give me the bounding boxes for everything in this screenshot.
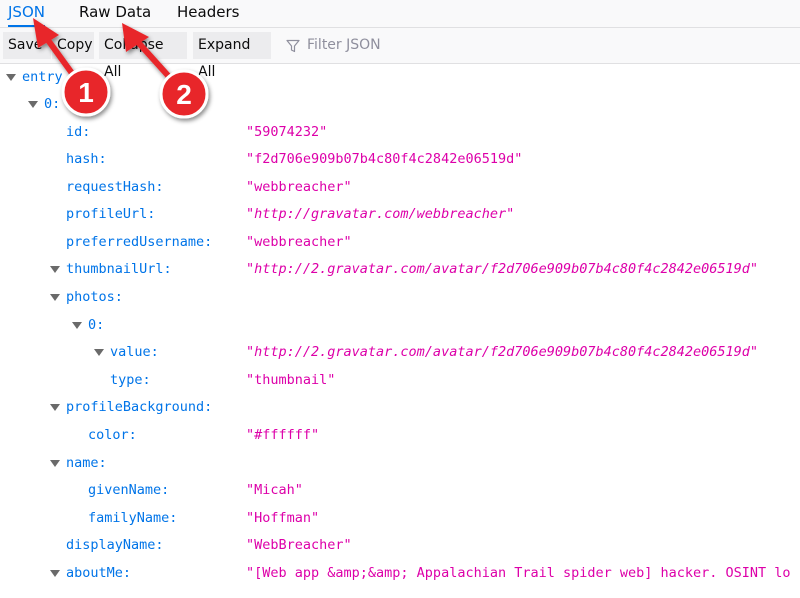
- json-value: "thumbnail": [246, 372, 336, 388]
- json-key: 0:: [44, 96, 61, 112]
- tree-row-thumbnailurl[interactable]: thumbnailUrl: "http://2.gravatar.com/ava…: [0, 256, 800, 283]
- json-value-link[interactable]: "http://2.gravatar.com/avatar/f2d706e909…: [246, 256, 758, 283]
- expand-twisty-icon[interactable]: [50, 460, 60, 467]
- expand-twisty-icon[interactable]: [72, 322, 82, 329]
- tab-bar: JSON Raw Data Headers: [0, 0, 800, 28]
- tree-row-preferredusername[interactable]: preferredUsername: "webbreacher": [0, 229, 800, 256]
- tree-row-name[interactable]: name:: [0, 450, 800, 477]
- json-value: "Micah": [246, 482, 303, 498]
- tab-headers[interactable]: Headers: [177, 0, 239, 27]
- tree-row-entry-0[interactable]: 0:: [0, 91, 800, 118]
- expand-all-button[interactable]: Expand All: [193, 32, 271, 80]
- json-key: givenName:: [88, 482, 170, 498]
- json-value-link[interactable]: "http://2.gravatar.com/avatar/f2d706e909…: [246, 339, 758, 366]
- tree-row-profilebackground[interactable]: profileBackground:: [0, 394, 800, 421]
- json-key: color:: [88, 427, 137, 443]
- tree-row-color[interactable]: color: "#ffffff": [0, 422, 800, 449]
- filter-placeholder: Filter JSON: [307, 37, 381, 53]
- json-value: "webbreacher": [246, 234, 352, 250]
- expand-twisty-icon[interactable]: [50, 294, 60, 301]
- expand-twisty-icon[interactable]: [50, 266, 60, 273]
- collapse-all-button[interactable]: Collapse All: [99, 32, 187, 80]
- expand-twisty-icon[interactable]: [50, 570, 60, 577]
- json-key: id:: [66, 124, 91, 140]
- tree-row-photos-0[interactable]: 0:: [0, 312, 800, 339]
- tree-row-aboutme[interactable]: aboutMe: "[Web app &amp;&amp; Appalachia…: [0, 560, 800, 587]
- json-value: "59074232": [246, 124, 328, 140]
- tree-row-photos[interactable]: photos:: [0, 284, 800, 311]
- json-key: hash:: [66, 151, 107, 167]
- filter-icon: [286, 39, 300, 53]
- expand-twisty-icon[interactable]: [50, 404, 60, 411]
- copy-button[interactable]: Copy: [52, 32, 94, 59]
- json-key: familyName:: [88, 510, 178, 526]
- json-value: "f2d706e909b07b4c80f4c2842e06519d": [246, 151, 523, 167]
- expand-twisty-icon[interactable]: [94, 349, 104, 356]
- json-key: type:: [110, 372, 151, 388]
- tree-row-displayname[interactable]: displayName: "WebBreacher": [0, 532, 800, 559]
- json-value: "WebBreacher": [246, 537, 352, 553]
- tree-row-value[interactable]: value: "http://2.gravatar.com/avatar/f2d…: [0, 339, 800, 366]
- json-key: entry: [22, 69, 63, 85]
- json-value: "Hoffman": [246, 510, 320, 526]
- save-button[interactable]: Save: [3, 32, 51, 59]
- json-key: thumbnailUrl:: [66, 261, 172, 277]
- tree-row-givenname[interactable]: givenName: "Micah": [0, 477, 800, 504]
- tree-row-familyname[interactable]: familyName: "Hoffman": [0, 505, 800, 532]
- json-value: "[Web app &amp;&amp; Appalachian Trail s…: [246, 565, 791, 581]
- tab-json[interactable]: JSON: [8, 0, 45, 27]
- tree-row-type[interactable]: type: "thumbnail": [0, 367, 800, 394]
- json-value-link[interactable]: "http://gravatar.com/webbreacher": [246, 201, 514, 228]
- tree-row-entry[interactable]: entry: [0, 64, 800, 91]
- json-key: preferredUsername:: [66, 234, 213, 250]
- json-toolbar: Save Copy Collapse All Expand All Filter…: [0, 28, 800, 80]
- tree-row-id[interactable]: id: "59074232": [0, 119, 800, 146]
- json-key: value:: [110, 344, 159, 360]
- json-key: profileUrl:: [66, 206, 156, 222]
- json-key: photos:: [66, 289, 123, 305]
- expand-twisty-icon[interactable]: [6, 74, 16, 81]
- tab-raw-data[interactable]: Raw Data: [79, 0, 151, 27]
- json-value: "webbreacher": [246, 179, 352, 195]
- tree-row-hash[interactable]: hash: "f2d706e909b07b4c80f4c2842e06519d": [0, 146, 800, 173]
- json-key: 0:: [88, 317, 105, 333]
- json-key: displayName:: [66, 537, 164, 553]
- json-value: "#ffffff": [246, 427, 320, 443]
- json-tree: entry 0: id: "59074232" hash: "f2d706e90…: [0, 64, 800, 598]
- expand-twisty-icon[interactable]: [28, 101, 38, 108]
- filter-json-input[interactable]: Filter JSON: [282, 32, 782, 59]
- json-key: name:: [66, 455, 107, 471]
- tree-row-requesthash[interactable]: requestHash: "webbreacher": [0, 174, 800, 201]
- json-key: aboutMe:: [66, 565, 132, 581]
- json-key: requestHash:: [66, 179, 164, 195]
- json-key: profileBackground:: [66, 399, 213, 415]
- tree-row-profileurl[interactable]: profileUrl: "http://gravatar.com/webbrea…: [0, 201, 800, 228]
